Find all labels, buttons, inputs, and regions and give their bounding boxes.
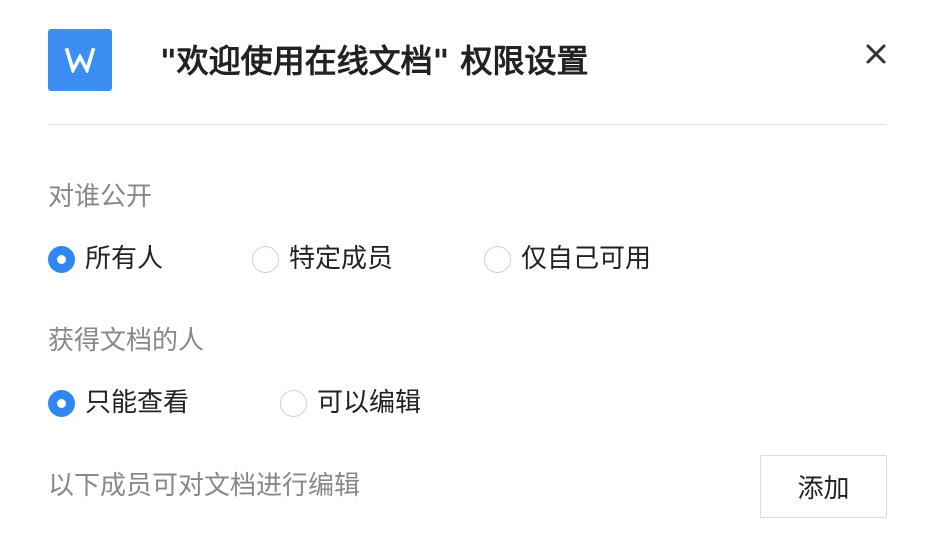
radio-unchecked-icon[interactable] (484, 245, 511, 273)
radio-specific-members[interactable]: 特定成员 (252, 241, 393, 277)
header-divider (48, 124, 886, 125)
radio-label-everyone: 所有人 (85, 244, 164, 274)
close-button[interactable] (858, 36, 894, 72)
editors-label: 以下成员可对文档进行编辑 (48, 471, 361, 501)
radio-only-me[interactable]: 仅自己可用 (484, 241, 651, 277)
add-member-button[interactable]: 添加 (760, 455, 887, 518)
radio-everyone[interactable]: 所有人 (48, 241, 163, 277)
visibility-label: 对谁公开 (48, 182, 153, 212)
radio-checked-icon[interactable] (48, 389, 75, 417)
radio-view-only[interactable]: 只能查看 (48, 385, 189, 421)
radio-label-only-me: 仅自己可用 (521, 244, 652, 274)
radio-label-view-only: 只能查看 (85, 388, 190, 418)
radio-unchecked-icon[interactable] (252, 245, 279, 273)
radio-checked-icon[interactable] (48, 245, 75, 273)
radio-label-specific-members: 特定成员 (289, 244, 394, 274)
dialog-title: "欢迎使用在线文档" 权限设置 (160, 42, 589, 80)
radio-label-can-edit: 可以编辑 (317, 388, 422, 418)
recipients-label: 获得文档的人 (48, 326, 205, 356)
permission-dialog: "欢迎使用在线文档" 权限设置 对谁公开 所有人 特定成员 仅自己可用 获得文档… (0, 0, 938, 536)
dialog-header: "欢迎使用在线文档" 权限设置 (0, 0, 938, 125)
radio-can-edit[interactable]: 可以编辑 (280, 385, 421, 421)
radio-unchecked-icon[interactable] (280, 389, 307, 417)
word-document-icon (48, 29, 112, 91)
close-icon[interactable] (865, 43, 887, 65)
word-letter-icon (64, 47, 96, 73)
